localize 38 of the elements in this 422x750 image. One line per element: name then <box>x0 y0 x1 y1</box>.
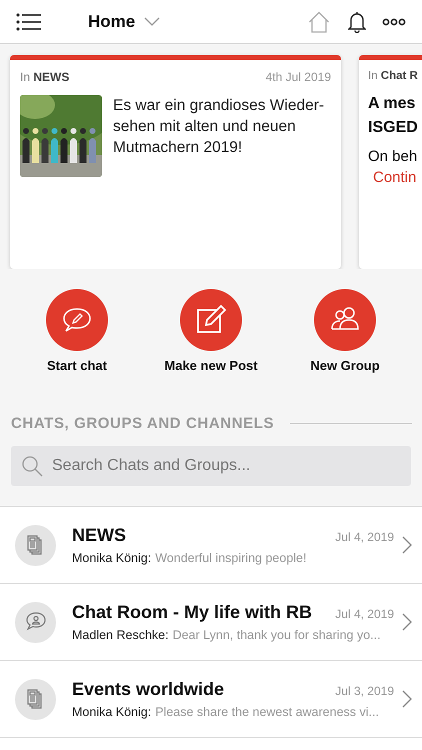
post-excerpt: On beh <box>368 148 418 165</box>
action-button[interactable]: Start chat <box>17 289 137 373</box>
chat-date: Jul 4, 2019 <box>335 530 394 544</box>
more-icon[interactable] <box>382 18 406 26</box>
chevron-right-icon <box>402 536 412 554</box>
chevron-right-icon <box>402 690 412 708</box>
chat-title: Chat Room - My life with RB <box>72 602 312 623</box>
post-date: 4th Jul 2019 <box>266 70 331 84</box>
chat-date: Jul 4, 2019 <box>335 607 394 621</box>
message-author: Monika König: <box>72 551 152 565</box>
chevron-right-icon <box>402 613 412 631</box>
message-author: Madlen Reschke: <box>72 628 169 642</box>
message-preview: Dear Lynn, thank you for sharing yo... <box>172 628 381 642</box>
action-button[interactable]: Make new Post <box>151 289 271 373</box>
chat-title: NEWS <box>72 525 126 546</box>
channel-label: In Chat R <box>368 70 418 82</box>
message-author: Monika König: <box>72 705 152 719</box>
message-preview: Please share the newest awareness vi... <box>155 705 379 719</box>
chat-title: Events worldwide <box>72 679 224 700</box>
action-button[interactable]: New Group <box>285 289 405 373</box>
post-text: Es war ein grandioses Wieder-sehen mit alten und neuen Mutmachern 2019! <box>113 96 326 158</box>
continue-link[interactable]: Contin <box>373 169 422 186</box>
chat-date: Jul 3, 2019 <box>335 684 394 698</box>
bell-icon[interactable] <box>348 10 366 32</box>
chevron-down-icon <box>144 17 160 26</box>
chat-list-item[interactable]: Chat Room - My life with RB Jul 4, 2019 Madlen Reschke: Dear Lynn, thank you for sharing yo... <box>0 584 422 661</box>
post-card[interactable]: In Chat R A mes ISGED On beh Contin <box>359 55 422 269</box>
home-dropdown[interactable]: Home <box>88 12 160 32</box>
section-heading: CHATS, GROUPS AND CHANNELS <box>11 415 274 432</box>
post-title: ISGED <box>368 118 419 138</box>
menu-icon[interactable] <box>16 12 42 30</box>
channel-label: In NEWS <box>20 70 70 84</box>
message-preview: Wonderful inspiring people! <box>155 551 306 565</box>
chat-list-item[interactable]: Events worldwide Jul 3, 2019 Monika König: Please share the newest awareness vi... <box>0 661 422 738</box>
chat-list-item[interactable]: NEWS Jul 4, 2019 Monika König: Wonderful inspiring people! <box>0 507 422 584</box>
post-card[interactable]: In NEWS 4th Jul 2019 Es war ein grandioses Wieder-sehen mit alten und neuen Mutmachern 2019! <box>10 55 341 269</box>
post-title: A mes <box>368 94 416 114</box>
search-field[interactable]: Search Chats and Groups... <box>11 446 411 486</box>
